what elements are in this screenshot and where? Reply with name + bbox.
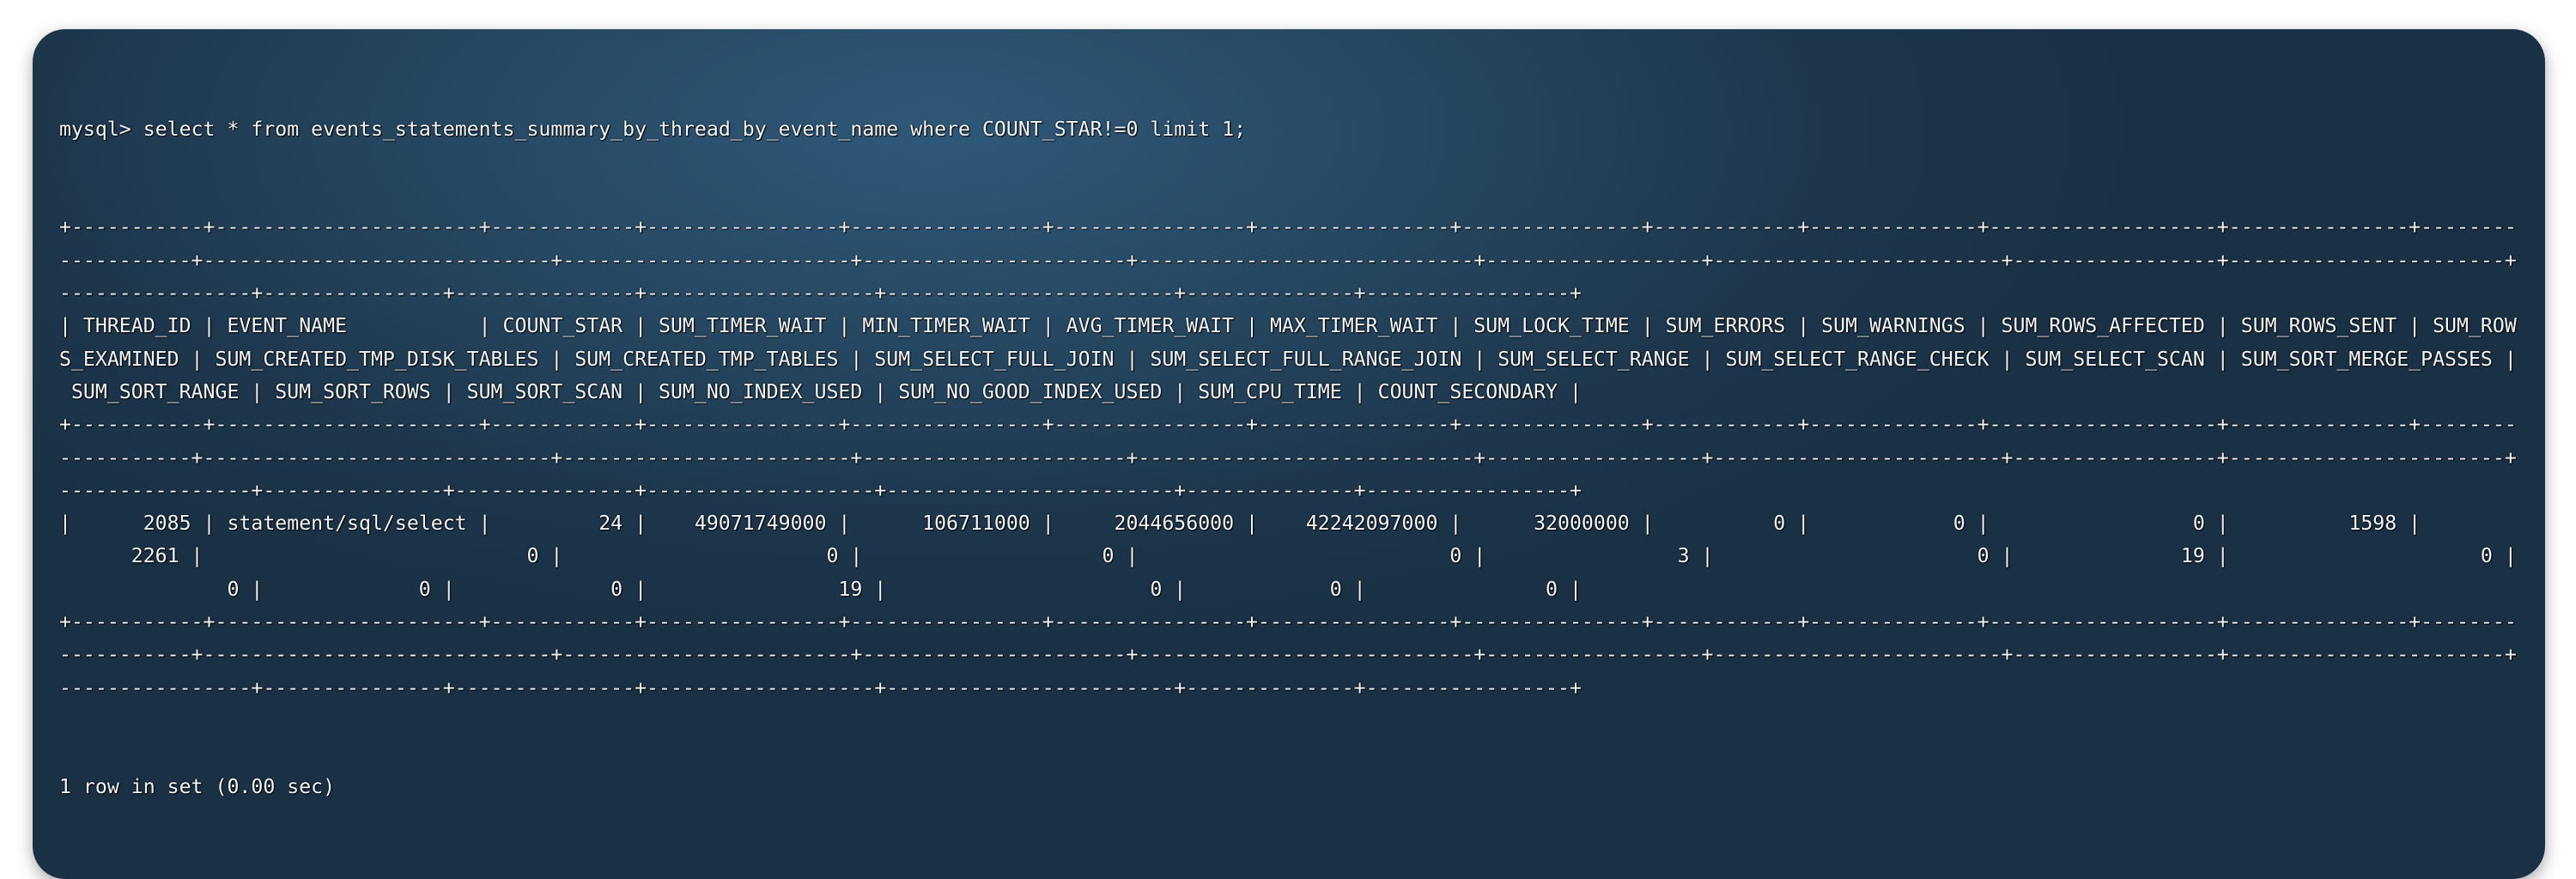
prompt: mysql> bbox=[59, 117, 143, 141]
table-header-line: | THREAD_ID | EVENT_NAME | COUNT_STAR | … bbox=[59, 314, 2517, 338]
table-border-line: +-----------+----------------------+----… bbox=[59, 413, 2517, 437]
table-border-line: ----------------+---------------+-------… bbox=[59, 478, 1582, 502]
table-header-line: S_EXAMINED | SUM_CREATED_TMP_DISK_TABLES… bbox=[59, 347, 2517, 371]
table-border-line: +-----------+----------------------+----… bbox=[59, 215, 2517, 239]
terminal-output: mysql> select * from events_statements_s… bbox=[59, 47, 2545, 869]
table-row-line: | 2085 | statement/sql/select | 24 | 490… bbox=[59, 512, 2517, 536]
table-row-line: 2261 | 0 | 0 | 0 | 0 | 3 | 0 | 19 | 0 | bbox=[59, 544, 2517, 568]
table-border-line: -----------+----------------------------… bbox=[59, 446, 2517, 470]
table-row-line: 0 | 0 | 0 | 19 | 0 | 0 | 0 | bbox=[59, 577, 1582, 601]
command-line: mysql> select * from events_statements_s… bbox=[59, 113, 2545, 146]
command-text: select * from events_statements_summary_… bbox=[143, 117, 1247, 141]
result-footer: 1 row in set (0.00 sec) bbox=[59, 774, 336, 798]
result-table: +-----------+----------------------+----… bbox=[59, 211, 2545, 704]
table-border-line: -----------+----------------------------… bbox=[59, 248, 2517, 272]
table-border-line: +-----------+----------------------+----… bbox=[59, 610, 2517, 634]
table-border-line: -----------+----------------------------… bbox=[59, 643, 2517, 667]
terminal-window: mysql> select * from events_statements_s… bbox=[33, 29, 2545, 879]
table-border-line: ----------------+---------------+-------… bbox=[59, 676, 1582, 700]
table-border-line: ----------------+---------------+-------… bbox=[59, 282, 1582, 306]
table-header-line: SUM_SORT_RANGE | SUM_SORT_ROWS | SUM_SOR… bbox=[59, 379, 1582, 403]
